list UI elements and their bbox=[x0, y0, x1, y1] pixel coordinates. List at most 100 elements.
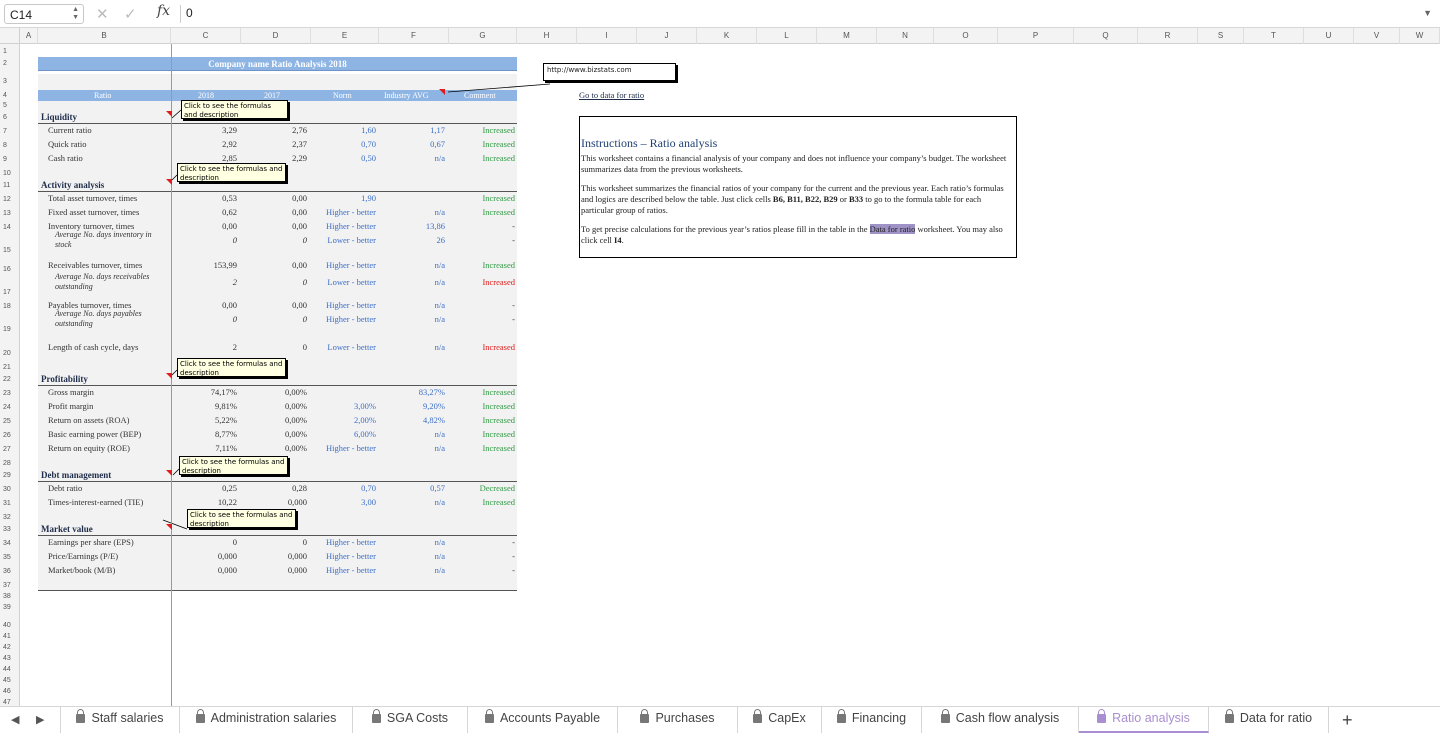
row-header[interactable]: 31 bbox=[0, 500, 20, 507]
norm-value[interactable]: Higher - better bbox=[309, 207, 376, 218]
comment-value[interactable]: Increased bbox=[447, 207, 515, 218]
ratio-label[interactable]: Current ratio bbox=[48, 125, 92, 136]
row-header[interactable]: 38 bbox=[0, 593, 20, 600]
industry-avg-value[interactable]: 1,17 bbox=[377, 125, 445, 136]
row-header[interactable]: 15 bbox=[0, 247, 20, 254]
row-header[interactable]: 22 bbox=[0, 376, 20, 383]
industry-avg-value[interactable]: n/a bbox=[377, 443, 445, 454]
column-header-l[interactable]: L bbox=[757, 28, 817, 44]
column-header-h[interactable]: H bbox=[517, 28, 577, 44]
comment-value[interactable]: - bbox=[447, 235, 515, 246]
comment-value[interactable]: Decreased bbox=[447, 483, 515, 494]
value-2017[interactable]: 2,37 bbox=[241, 139, 307, 150]
row-header[interactable]: 33 bbox=[0, 526, 20, 533]
ratio-label[interactable]: Earnings per share (EPS) bbox=[48, 537, 134, 548]
comment-value[interactable]: Increased bbox=[447, 139, 515, 150]
row-header[interactable]: 21 bbox=[0, 364, 20, 371]
industry-avg-value[interactable]: n/a bbox=[377, 429, 445, 440]
go-to-data-link[interactable]: Go to data for ratio bbox=[579, 90, 644, 100]
value-2018[interactable]: 5,22% bbox=[171, 415, 237, 426]
value-2018[interactable]: 2 bbox=[171, 277, 237, 288]
section-liquidity[interactable]: Liquidity bbox=[41, 112, 77, 123]
industry-avg-value[interactable]: n/a bbox=[377, 153, 445, 164]
column-header-i[interactable]: I bbox=[577, 28, 637, 44]
industry-avg-value[interactable]: n/a bbox=[377, 551, 445, 562]
value-2018[interactable]: 0 bbox=[171, 235, 237, 246]
column-header-g[interactable]: G bbox=[449, 28, 517, 44]
comment-indicator[interactable] bbox=[166, 373, 172, 379]
tab-data-for-ratio[interactable]: Data for ratio bbox=[1209, 707, 1329, 733]
value-2017[interactable]: 0,00 bbox=[241, 207, 307, 218]
row-header[interactable]: 39 bbox=[0, 604, 20, 611]
row-header[interactable]: 19 bbox=[0, 326, 20, 333]
value-2018[interactable]: 0,000 bbox=[171, 565, 237, 576]
norm-value[interactable]: Lower - better bbox=[309, 342, 376, 353]
row-header[interactable]: 13 bbox=[0, 210, 20, 217]
row-header[interactable]: 47 bbox=[0, 699, 20, 706]
industry-avg-value[interactable]: n/a bbox=[377, 497, 445, 508]
industry-avg-value[interactable]: n/a bbox=[377, 207, 445, 218]
row-header[interactable]: 32 bbox=[0, 514, 20, 521]
value-2018[interactable]: 0,00 bbox=[171, 221, 237, 232]
section-debt[interactable]: Debt management bbox=[41, 470, 111, 481]
norm-value[interactable]: 3,00 bbox=[309, 497, 376, 508]
row-header[interactable]: 3 bbox=[0, 78, 20, 85]
value-2017[interactable]: 0 bbox=[241, 342, 307, 353]
row-header[interactable]: 2 bbox=[0, 60, 20, 67]
row-header[interactable]: 27 bbox=[0, 446, 20, 453]
value-2018[interactable]: 10,22 bbox=[171, 497, 237, 508]
industry-avg-value[interactable]: n/a bbox=[377, 342, 445, 353]
industry-avg-value[interactable]: 9,20% bbox=[377, 401, 445, 412]
column-header-r[interactable]: R bbox=[1138, 28, 1198, 44]
ratio-label[interactable]: Profit margin bbox=[48, 401, 93, 412]
value-2017[interactable]: 0,00 bbox=[241, 193, 307, 204]
value-2018[interactable]: 0 bbox=[171, 537, 237, 548]
ratio-label[interactable]: Return on equity (ROE) bbox=[48, 443, 130, 454]
norm-value[interactable]: Lower - better bbox=[309, 235, 376, 246]
industry-avg-value[interactable]: n/a bbox=[377, 300, 445, 311]
value-2017[interactable]: 0,00% bbox=[241, 429, 307, 440]
formula-expand-icon[interactable]: ▼ bbox=[1423, 8, 1432, 18]
industry-avg-value[interactable]: n/a bbox=[377, 537, 445, 548]
column-header-o[interactable]: O bbox=[934, 28, 998, 44]
comment-value[interactable]: - bbox=[447, 537, 515, 548]
comment-indicator[interactable] bbox=[166, 524, 172, 530]
industry-avg-value[interactable]: n/a bbox=[377, 314, 445, 325]
norm-value[interactable]: Higher - better bbox=[309, 537, 376, 548]
row-header[interactable]: 28 bbox=[0, 460, 20, 467]
value-2017[interactable]: 0,28 bbox=[241, 483, 307, 494]
comment-indicator[interactable] bbox=[166, 470, 172, 476]
row-header[interactable]: 40 bbox=[0, 622, 20, 629]
row-header[interactable]: 29 bbox=[0, 472, 20, 479]
row-header[interactable]: 12 bbox=[0, 196, 20, 203]
comment-value[interactable]: - bbox=[447, 314, 515, 325]
norm-value[interactable]: Higher - better bbox=[309, 443, 376, 454]
ratio-label[interactable]: Total asset turnover, times bbox=[48, 193, 137, 204]
cancel-icon[interactable]: ✕ bbox=[96, 5, 109, 23]
name-box[interactable]: C14 ▲ ▼ bbox=[4, 4, 84, 24]
next-sheet-icon[interactable]: ▶ bbox=[36, 713, 44, 726]
worksheet-grid[interactable]: Company name Ratio Analysis 2018 Ratio 2… bbox=[20, 44, 1440, 706]
comment-value[interactable]: Increased bbox=[447, 401, 515, 412]
norm-value[interactable]: Lower - better bbox=[309, 277, 376, 288]
value-2017[interactable]: 0 bbox=[241, 277, 307, 288]
tab-purchases[interactable]: Purchases bbox=[618, 707, 738, 733]
comment-value[interactable]: Increased bbox=[447, 443, 515, 454]
comment-value[interactable]: Increased bbox=[447, 260, 515, 271]
comment-indicator[interactable] bbox=[439, 89, 445, 95]
value-2018[interactable]: 0,53 bbox=[171, 193, 237, 204]
norm-value[interactable]: 0,70 bbox=[309, 483, 376, 494]
value-2018[interactable]: 3,29 bbox=[171, 125, 237, 136]
formula-note[interactable]: Click to see the formulas and descriptio… bbox=[179, 456, 288, 475]
row-header[interactable]: 37 bbox=[0, 582, 20, 589]
ratio-label[interactable]: Cash ratio bbox=[48, 153, 83, 164]
comment-indicator[interactable] bbox=[166, 179, 172, 185]
comment-value[interactable]: Increased bbox=[447, 415, 515, 426]
row-header[interactable]: 7 bbox=[0, 128, 20, 135]
norm-value[interactable]: 1,90 bbox=[309, 193, 376, 204]
row-header[interactable]: 17 bbox=[0, 289, 20, 296]
bizstats-note[interactable]: http://www.bizstats.com bbox=[543, 63, 676, 81]
column-header-v[interactable]: V bbox=[1354, 28, 1400, 44]
value-2018[interactable]: 7,11% bbox=[171, 443, 237, 454]
comment-value[interactable]: - bbox=[447, 300, 515, 311]
